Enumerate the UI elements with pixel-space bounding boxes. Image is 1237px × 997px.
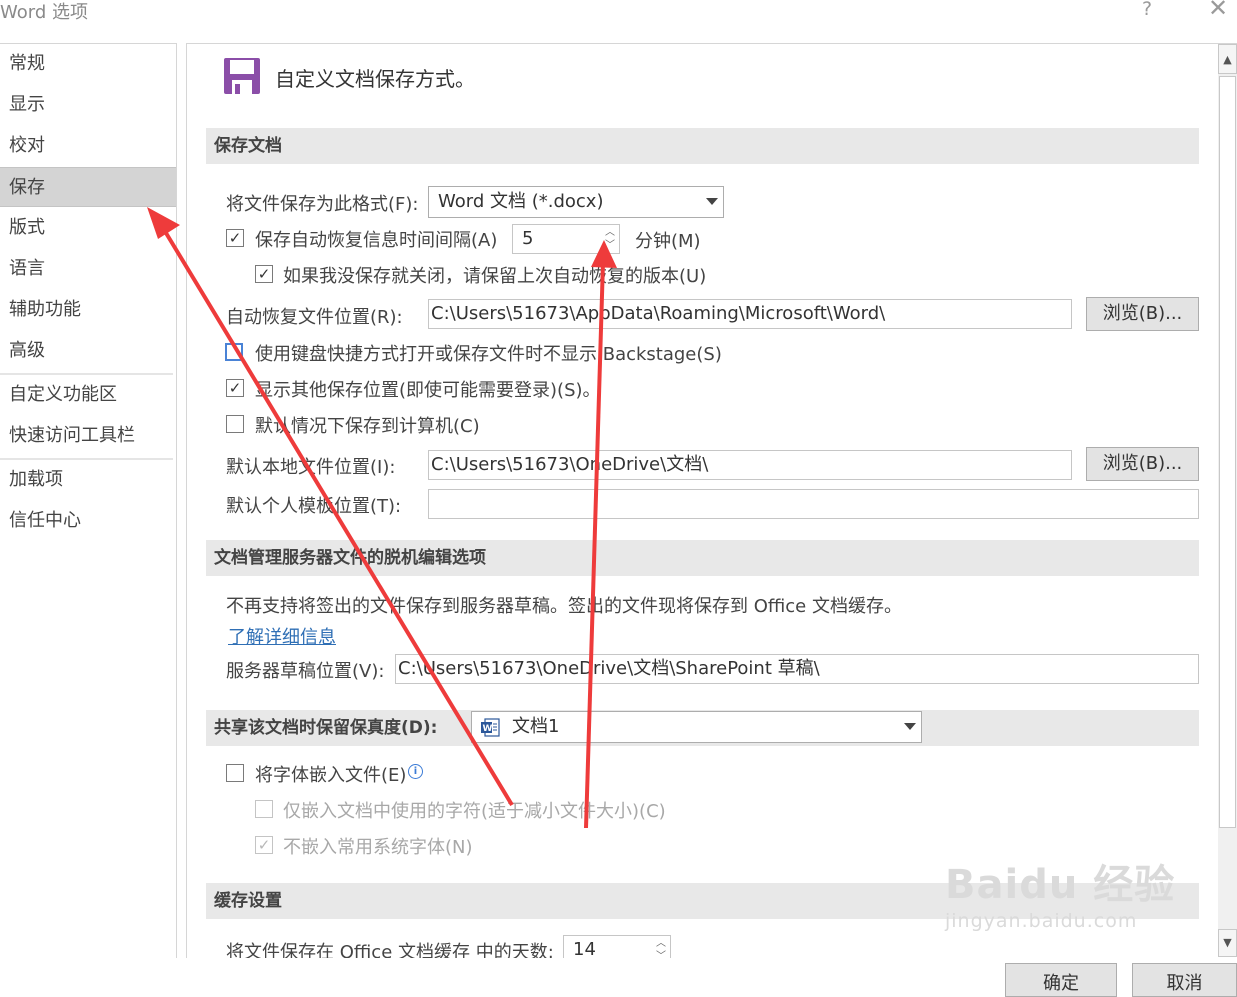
word-document-icon: W — [481, 718, 500, 737]
window-title: Word 选项 — [0, 2, 88, 23]
fidelity-document-dropdown[interactable]: W 文档1 — [471, 711, 922, 743]
learn-more-link[interactable]: 了解详细信息 — [228, 623, 336, 649]
browse-autorecover-button[interactable]: 浏览(B)... — [1086, 297, 1199, 331]
save-to-computer-checkbox[interactable] — [226, 415, 244, 433]
keep-last-version-label: 如果我没保存就关闭，请保留上次自动恢复的版本(U) — [283, 266, 707, 287]
close-icon[interactable]: ✕ — [1208, 0, 1228, 22]
nav-item-display[interactable]: 显示 — [0, 85, 176, 125]
autorecover-checkbox[interactable]: ✓ — [226, 229, 244, 247]
nav-item-accessibility[interactable]: 辅助功能 — [0, 290, 176, 330]
server-drafts-field[interactable]: C:\Users\51673\OneDrive\文档\SharePoint 草稿… — [395, 654, 1199, 684]
offline-notice: 不再支持将签出的文件保存到服务器草稿。签出的文件现将保存到 Office 文档缓… — [226, 596, 902, 617]
autorecover-label: 保存自动恢复信息时间间隔(A) — [255, 230, 498, 251]
save-format-label: 将文件保存为此格式(F): — [226, 194, 419, 215]
server-drafts-label: 服务器草稿位置(V): — [226, 661, 385, 682]
template-location-field[interactable] — [428, 489, 1199, 519]
nav-item-advanced[interactable]: 高级 — [0, 331, 176, 371]
nav-item-trust-center[interactable]: 信任中心 — [0, 501, 176, 541]
page-header: 自定义文档保存方式。 — [275, 67, 475, 91]
floppy-disk-icon — [224, 58, 260, 94]
no-common-fonts-label: 不嵌入常用系统字体(N) — [283, 837, 473, 858]
scrollbar-thumb[interactable] — [1219, 76, 1236, 828]
section-save-documents: 保存文档 — [206, 128, 1199, 164]
watermark-brand: Baidu 经验 — [945, 862, 1176, 908]
show-other-locations-checkbox[interactable]: ✓ — [226, 379, 244, 397]
save-format-value: Word 文档 (*.docx) — [438, 191, 604, 212]
autorecover-minutes-spinner[interactable]: 5 ︿ ﹀ — [512, 224, 620, 254]
autorecover-location-field[interactable]: C:\Users\51673\AppData\Roaming\Microsoft… — [428, 299, 1072, 329]
save-to-computer-label: 默认情况下保存到计算机(C) — [255, 416, 480, 437]
nav-item-customize-ribbon[interactable]: 自定义功能区 — [0, 375, 176, 415]
nav-item-general[interactable]: 常规 — [0, 44, 176, 84]
browse-local-button[interactable]: 浏览(B)... — [1086, 447, 1199, 481]
embed-fonts-checkbox[interactable] — [226, 764, 244, 782]
info-icon[interactable]: i — [408, 764, 423, 779]
cancel-button[interactable]: 取消 — [1132, 963, 1237, 997]
options-nav: 常规 显示 校对 保存 版式 语言 辅助功能 高级 自定义功能区 快速访问工具栏… — [0, 43, 177, 960]
template-location-label: 默认个人模板位置(T): — [226, 496, 402, 517]
show-other-locations-label: 显示其他保存位置(即使可能需要登录)(S)。 — [255, 380, 601, 401]
watermark-url: jingyan.baidu.com — [945, 910, 1138, 932]
chevron-down-icon — [904, 723, 916, 730]
no-backstage-checkbox[interactable] — [225, 343, 243, 361]
cache-days-value: 14 — [573, 939, 596, 960]
autorecover-location-label: 自动恢复文件位置(R): — [226, 307, 403, 328]
watermark: Baidu 经验 jingyan.baidu.com — [945, 852, 1175, 932]
nav-item-add-ins[interactable]: 加载项 — [0, 460, 176, 500]
embed-used-chars-checkbox — [255, 800, 273, 818]
no-common-fonts-checkbox: ✓ — [255, 836, 273, 854]
embed-used-chars-label: 仅嵌入文档中使用的字符(适于减小文件大小)(C) — [283, 801, 666, 822]
local-location-label: 默认本地文件位置(I): — [226, 457, 396, 478]
nav-item-quick-access-toolbar[interactable]: 快速访问工具栏 — [0, 416, 176, 456]
scroll-up-icon[interactable]: ▲ — [1218, 44, 1237, 74]
chevron-down-icon — [706, 198, 718, 205]
save-format-dropdown[interactable]: Word 文档 (*.docx) — [428, 186, 724, 218]
nav-item-layout[interactable]: 版式 — [0, 208, 176, 248]
ok-button[interactable]: 确定 — [1005, 963, 1117, 997]
local-location-field[interactable]: C:\Users\51673\OneDrive\文档\ — [428, 450, 1072, 480]
section-offline-editing: 文档管理服务器文件的脱机编辑选项 — [206, 540, 1199, 576]
scroll-down-icon[interactable]: ▼ — [1218, 929, 1237, 957]
svg-text:W: W — [483, 724, 493, 734]
autorecover-minutes-value: 5 — [522, 228, 534, 249]
nav-item-proofing[interactable]: 校对 — [0, 126, 176, 166]
minutes-label: 分钟(M) — [635, 231, 701, 252]
spinner-arrows-icon[interactable]: ︿ ﹀ — [604, 226, 616, 252]
keep-last-version-checkbox[interactable]: ✓ — [255, 265, 273, 283]
fidelity-document-value: 文档1 — [512, 716, 560, 737]
help-icon[interactable]: ? — [1142, 0, 1152, 20]
embed-fonts-label: 将字体嵌入文件(E) — [255, 765, 407, 786]
no-backstage-label: 使用键盘快捷方式打开或保存文件时不显示 Backstage(S) — [255, 344, 722, 365]
nav-item-language[interactable]: 语言 — [0, 249, 176, 289]
nav-item-save[interactable]: 保存 — [0, 167, 176, 207]
